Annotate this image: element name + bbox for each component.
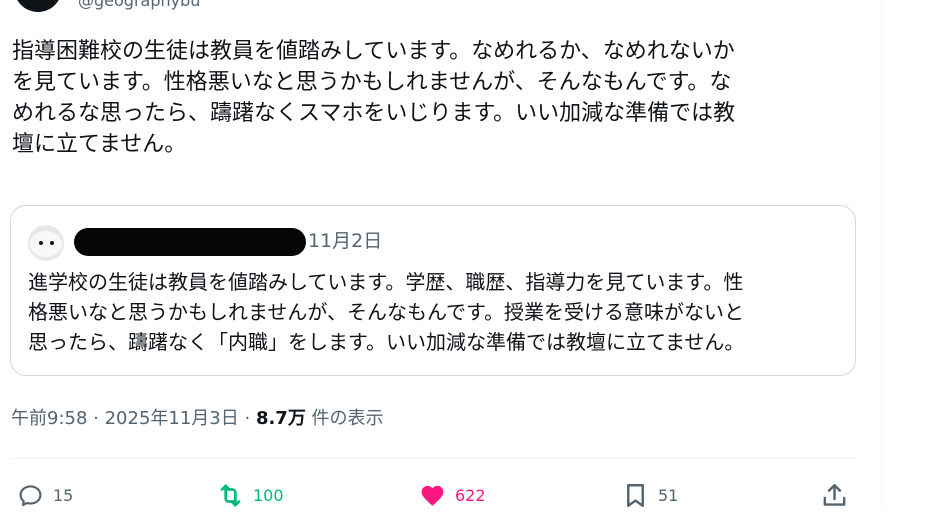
tweet-text: 指導困難校の生徒は教員を値踏みしています。なめれるか、なめれないか を見ています… <box>12 39 736 157</box>
repost-icon <box>220 484 241 506</box>
column-divider <box>881 0 882 507</box>
quote-text: 進学校の生徒は教員を値踏みしています。学歴、職歴、指導力を見ています。性 格悪い… <box>28 270 745 354</box>
share-icon <box>823 483 846 506</box>
quote-author-name-redacted <box>74 228 306 256</box>
avatar-eye-right <box>50 241 54 245</box>
heart-icon <box>421 485 444 506</box>
quote-date: 11月2日 <box>308 230 383 252</box>
bookmark-count: 51 <box>658 485 679 505</box>
author-handle[interactable]: @geographybu <box>78 0 200 11</box>
reply-icon <box>19 484 42 506</box>
avatar-image <box>30 231 62 257</box>
like-count: 622 <box>455 485 486 505</box>
meta-separator: · <box>87 408 105 429</box>
repost-count: 100 <box>253 485 284 505</box>
tweet-time[interactable]: 午前9:58 <box>11 408 87 429</box>
author-avatar[interactable] <box>14 0 62 12</box>
tweet-meta: 午前9:58 · 2025年11月3日 · 8.7万 件の表示 <box>11 407 384 431</box>
meta-separator: · <box>238 408 256 429</box>
quote-author-avatar <box>28 225 64 261</box>
bookmark-icon <box>627 483 644 507</box>
tweet-date[interactable]: 2025年11月3日 <box>105 408 239 429</box>
action-bar-divider <box>10 458 857 459</box>
avatar-eye-left <box>39 241 43 245</box>
views-label: 件の表示 <box>305 408 384 429</box>
reply-count: 15 <box>53 485 74 505</box>
quoted-tweet-card[interactable]: 11月2日 進学校の生徒は教員を値踏みしています。学歴、職歴、指導力を見ています… <box>10 205 856 376</box>
views-count: 8.7万 <box>255 408 306 429</box>
